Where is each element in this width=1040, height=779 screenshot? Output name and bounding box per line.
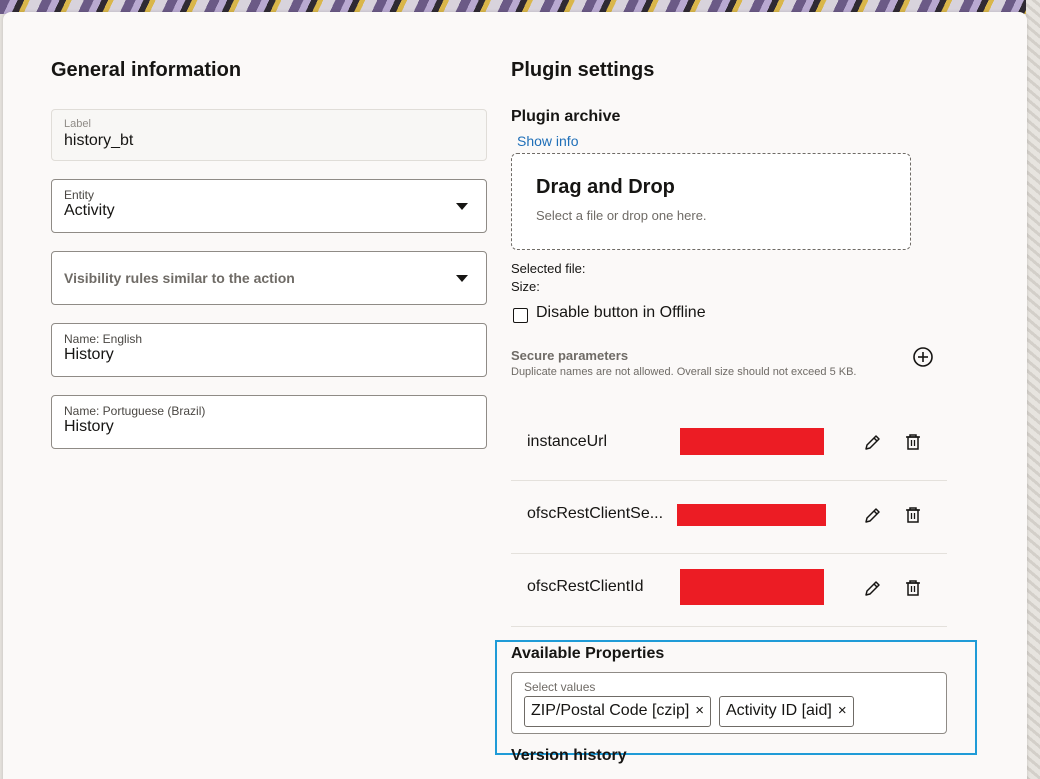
label-field: Label history_bt [51, 109, 487, 161]
parameter-name: ofscRestClientSe... [527, 505, 664, 522]
secure-parameter-row: ofscRestClientId [511, 554, 947, 627]
delete-trash-icon[interactable] [902, 577, 924, 599]
plugin-form-card: General information Label history_bt Ent… [3, 12, 1027, 779]
entity-select-label: Entity [64, 188, 95, 202]
name-portuguese-value[interactable]: History [64, 418, 114, 436]
label-field-value: history_bt [64, 132, 134, 149]
general-information-title: General information [51, 59, 242, 81]
property-chip[interactable]: Activity ID [aid] × [719, 696, 854, 727]
parameter-name: instanceUrl [527, 433, 608, 450]
entity-select[interactable]: Entity Activity [51, 179, 487, 233]
label-field-label: Label [64, 118, 91, 130]
plugin-settings-title: Plugin settings [511, 59, 655, 81]
dropzone-title: Drag and Drop [536, 176, 675, 198]
select-values-label: Select values [524, 680, 596, 694]
chip-remove-icon[interactable]: × [838, 702, 847, 719]
entity-select-value: Activity [64, 202, 115, 219]
disable-offline-checkbox[interactable] [513, 308, 528, 323]
chip-label: ZIP/Postal Code [czip] [531, 702, 690, 719]
disable-offline-label[interactable]: Disable button in Offline [536, 304, 706, 322]
available-properties-select[interactable]: Select values ZIP/Postal Code [czip] × Ac… [511, 672, 947, 734]
secure-parameters-title: Secure parameters [511, 348, 629, 363]
name-portuguese-field[interactable]: Name: Portuguese (Brazil) History [51, 395, 487, 449]
add-parameter-icon[interactable] [912, 346, 934, 368]
redacted-value [677, 504, 826, 526]
visibility-rules-select[interactable]: Visibility rules similar to the action [51, 251, 487, 305]
selected-file-label: Selected file: [511, 261, 586, 276]
background-pattern [1026, 0, 1040, 779]
chip-remove-icon[interactable]: × [695, 702, 704, 719]
edit-pencil-icon[interactable] [862, 504, 884, 526]
name-english-value[interactable]: History [64, 346, 114, 364]
dropzone-subtitle: Select a file or drop one here. [536, 208, 707, 223]
available-properties-title: Available Properties [511, 645, 665, 662]
delete-trash-icon[interactable] [902, 431, 924, 453]
secure-parameter-row: ofscRestClientSe... [511, 481, 947, 554]
edit-pencil-icon[interactable] [862, 577, 884, 599]
show-info-link[interactable]: Show info [517, 133, 578, 149]
visibility-rules-placeholder: Visibility rules similar to the action [64, 270, 295, 286]
redacted-value [680, 428, 824, 455]
edit-pencil-icon[interactable] [862, 431, 884, 453]
secure-parameter-row: instanceUrl [511, 408, 947, 481]
name-english-label: Name: English [64, 332, 143, 346]
name-portuguese-label: Name: Portuguese (Brazil) [64, 404, 206, 418]
file-dropzone[interactable]: Drag and Drop Select a file or drop one … [511, 153, 911, 250]
chip-label: Activity ID [aid] [726, 702, 832, 719]
redacted-value [680, 569, 824, 605]
property-chip[interactable]: ZIP/Postal Code [czip] × [524, 696, 712, 727]
name-english-field[interactable]: Name: English History [51, 323, 487, 377]
size-label: Size: [511, 279, 540, 294]
plugin-archive-title: Plugin archive [511, 108, 621, 125]
version-history-title: Version history [511, 747, 627, 764]
chevron-down-icon[interactable] [456, 203, 468, 210]
delete-trash-icon[interactable] [902, 504, 924, 526]
chevron-down-icon[interactable] [456, 275, 468, 282]
secure-parameters-note: Duplicate names are not allowed. Overall… [511, 366, 857, 378]
parameter-name: ofscRestClientId [527, 578, 644, 595]
